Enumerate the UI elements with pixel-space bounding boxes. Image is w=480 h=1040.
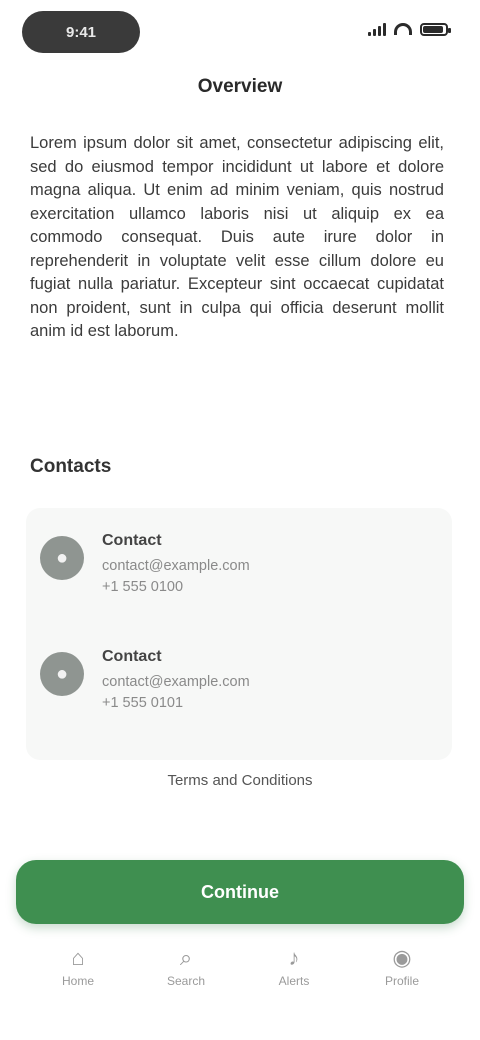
- nav-item-profile[interactable]: ◉ Profile: [362, 944, 442, 988]
- contact-email: contact@example.com: [102, 674, 250, 690]
- contact-email: contact@example.com: [102, 558, 250, 574]
- battery-level: [423, 25, 443, 33]
- continue-button[interactable]: Continue: [16, 860, 464, 924]
- wifi-icon: [394, 23, 412, 35]
- search-icon: ⌕: [179, 945, 193, 970]
- contact-name: Contact: [102, 648, 162, 665]
- contact-name: Contact: [102, 532, 162, 549]
- nav-label: Alerts: [278, 974, 310, 988]
- nav-label: Search: [166, 974, 206, 988]
- dynamic-island: 9:41: [22, 11, 140, 53]
- battery-icon: [420, 22, 451, 36]
- home-icon: ⌂: [71, 945, 85, 970]
- nav-item-alerts[interactable]: ♪ Alerts: [254, 944, 334, 988]
- contact-card-body: Contact contact@example.com +1 555 0100: [102, 528, 250, 598]
- status-time: 9:41: [65, 23, 97, 41]
- user-icon: ●: [40, 652, 84, 696]
- section-heading: Contacts: [30, 456, 112, 477]
- status-icons: [368, 22, 451, 36]
- user-icon: ●: [40, 536, 84, 580]
- contact-phone: +1 555 0100: [102, 579, 184, 595]
- contact-card-body: Contact contact@example.com +1 555 0101: [102, 644, 250, 714]
- page-header: Overview: [0, 76, 480, 98]
- contact-phone: +1 555 0101: [102, 695, 184, 711]
- profile-icon: ◉: [392, 945, 412, 970]
- description-text: Lorem ipsum dolor sit amet, consectetur …: [30, 134, 444, 340]
- bottom-nav: ⌂ Home ⌕ Search ♪ Alerts ◉ Profile: [0, 944, 480, 1008]
- terms-link[interactable]: Terms and Conditions: [0, 772, 480, 789]
- contact-card[interactable]: ● Contact contact@example.com +1 555 010…: [40, 520, 438, 632]
- page-title: Overview: [197, 76, 283, 97]
- bell-icon: ♪: [288, 945, 300, 970]
- contact-list: ● Contact contact@example.com +1 555 010…: [26, 508, 452, 760]
- nav-item-search[interactable]: ⌕ Search: [146, 944, 226, 988]
- contact-card[interactable]: ● Contact contact@example.com +1 555 010…: [40, 636, 438, 748]
- nav-item-home[interactable]: ⌂ Home: [38, 944, 118, 988]
- nav-label: Home: [61, 974, 94, 988]
- app-screen: 9:41 Overview Lorem ipsum dolor sit amet…: [0, 0, 480, 1040]
- nav-label: Profile: [384, 974, 419, 988]
- signal-icon: [368, 22, 386, 36]
- status-bar: 9:41: [0, 0, 480, 64]
